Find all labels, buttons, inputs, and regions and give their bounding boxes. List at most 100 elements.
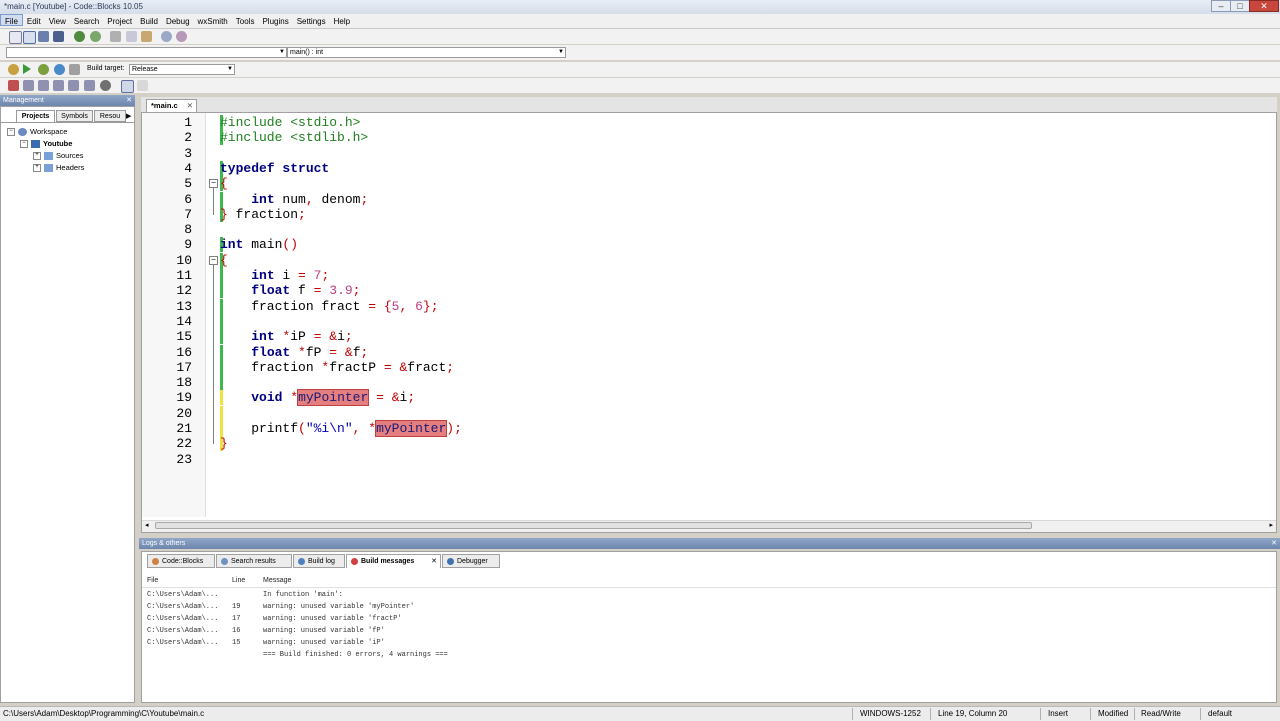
find-icon[interactable] [161,31,172,42]
tab-build-messages[interactable]: Build messages ✕ [346,554,441,568]
code-line[interactable]: 4 typedef struct [142,160,1272,176]
next-line-icon[interactable] [38,80,49,91]
maximize-button[interactable]: □ [1230,0,1250,12]
build-message-row[interactable]: C:\Users\Adam\... 17 warning: unused varia… [147,615,1047,627]
minimize-button[interactable]: – [1211,0,1231,12]
code-line[interactable]: 2 #include <stdlib.h> [142,130,1272,146]
scroll-right-icon[interactable]: ▸ [1269,521,1273,529]
build-target-combo[interactable]: Release ▼ [129,64,235,75]
tab-codeblocks[interactable]: Code::Blocks [147,554,215,568]
expand-icon[interactable]: + [33,152,41,161]
code-line[interactable]: 14 [142,313,1272,329]
code-line[interactable]: 8 [142,222,1272,237]
tree-folder-headers[interactable]: + Headers [33,163,84,173]
menu-edit[interactable]: Edit [23,15,45,27]
menu-file[interactable]: File [0,14,23,26]
close-tab-icon[interactable]: ✕ [187,100,193,112]
code-line[interactable]: 1 #include <stdio.h> [142,115,1272,130]
code-line[interactable]: 22} [142,436,1272,452]
cut-icon[interactable] [110,31,121,42]
debug-icon[interactable] [8,80,19,91]
menu-help[interactable]: Help [330,15,354,27]
code-line[interactable]: 5 −{ [142,176,1272,192]
menu-wxsmith[interactable]: wxSmith [194,15,232,27]
tree-folder-sources[interactable]: + Sources [33,151,84,161]
undo-icon[interactable] [74,31,85,42]
run-to-cursor-icon[interactable] [23,80,34,91]
menu-view[interactable]: View [45,15,70,27]
menu-debug[interactable]: Debug [162,15,194,27]
paste-icon[interactable] [141,31,152,42]
chevron-right-icon[interactable]: ▶ [126,112,131,120]
menu-tools[interactable]: Tools [232,15,259,27]
open-icon[interactable] [23,31,36,44]
build-icon[interactable] [8,64,19,75]
expand-icon[interactable]: + [33,164,41,173]
menu-project[interactable]: Project [103,15,136,27]
scroll-thumb[interactable] [155,522,1032,529]
stop-debug-icon[interactable] [100,80,111,91]
build-run-icon[interactable] [38,64,49,75]
menu-build[interactable]: Build [136,15,162,27]
build-message-row[interactable]: === Build finished: 0 errors, 4 warnings… [147,651,1047,663]
tab-resources[interactable]: Resou [94,110,126,122]
save-all-icon[interactable] [53,31,64,42]
scroll-left-icon[interactable]: ◂ [145,521,149,529]
column-message[interactable]: Message [263,577,291,584]
column-line[interactable]: Line [232,577,245,584]
fold-icon[interactable]: − [209,179,218,189]
collapse-icon[interactable]: − [20,140,28,149]
tab-symbols[interactable]: Symbols [56,110,93,122]
tab-search-results[interactable]: Search results [216,554,292,568]
code-line[interactable]: 16 float *fP = &f; [142,344,1272,360]
tree-project[interactable]: − Youtube [20,139,72,149]
run-icon[interactable] [23,64,31,74]
code-line[interactable]: 7} fraction; [142,206,1272,222]
close-icon[interactable]: ✕ [1271,538,1277,549]
code-line[interactable]: 21 printf("%i\n", *myPointer); [142,420,1272,437]
code-line[interactable]: 12 float f = 3.9; [142,283,1272,299]
tab-build-log[interactable]: Build log [293,554,345,568]
menu-settings[interactable]: Settings [293,15,330,27]
build-message-row[interactable]: C:\Users\Adam\... 19 warning: unused varia… [147,603,1047,615]
function-combo[interactable]: main() : int ▼ [287,47,566,58]
menu-plugins[interactable]: Plugins [258,15,292,27]
tree-workspace[interactable]: − Workspace [7,127,67,137]
column-file[interactable]: File [147,577,158,584]
new-file-icon[interactable] [9,31,22,44]
collapse-icon[interactable]: − [7,128,15,137]
code-line[interactable]: 13 fraction fract = {5, 6}; [142,298,1272,314]
step-out-icon[interactable] [68,80,79,91]
code-line[interactable]: 10 −{ [142,252,1272,268]
build-message-row[interactable]: C:\Users\Adam\... In function 'main': [147,591,1047,603]
tab-debugger[interactable]: Debugger [442,554,500,568]
code-line[interactable]: 11 int i = 7; [142,268,1272,283]
tab-main-c[interactable]: *main.c ✕ [146,99,197,112]
close-tab-icon[interactable]: ✕ [431,555,437,569]
code-line[interactable]: 6 int num, denom; [142,191,1272,207]
build-message-row[interactable]: C:\Users\Adam\... 15 warning: unused varia… [147,639,1047,651]
close-icon[interactable]: ✕ [126,95,132,106]
rebuild-icon[interactable] [54,64,65,75]
replace-icon[interactable] [176,31,187,42]
info-icon[interactable] [137,80,148,91]
step-into-icon[interactable] [53,80,64,91]
stop-icon[interactable] [69,64,80,75]
next-instruction-icon[interactable] [84,80,95,91]
code-line[interactable]: 23 [142,452,1272,467]
save-icon[interactable] [38,31,49,42]
build-message-row[interactable]: C:\Users\Adam\... 16 warning: unused varia… [147,627,1047,639]
code-line[interactable]: 9 int main() [142,237,1272,253]
copy-icon[interactable] [126,31,137,42]
close-button[interactable]: ✕ [1249,0,1279,12]
redo-icon[interactable] [90,31,101,42]
code-line[interactable]: 19 void *myPointer = &i; [142,389,1272,407]
menu-search[interactable]: Search [70,15,103,27]
debug-windows-icon[interactable] [121,80,134,93]
code-line[interactable]: 3 [142,146,1272,161]
code-line[interactable]: 17 fraction *fractP = &fract; [142,359,1272,375]
fold-icon[interactable]: − [209,255,218,265]
code-line[interactable]: 20 [142,405,1272,421]
code-line[interactable]: 18 [142,375,1272,391]
tab-projects[interactable]: Projects [16,110,55,122]
